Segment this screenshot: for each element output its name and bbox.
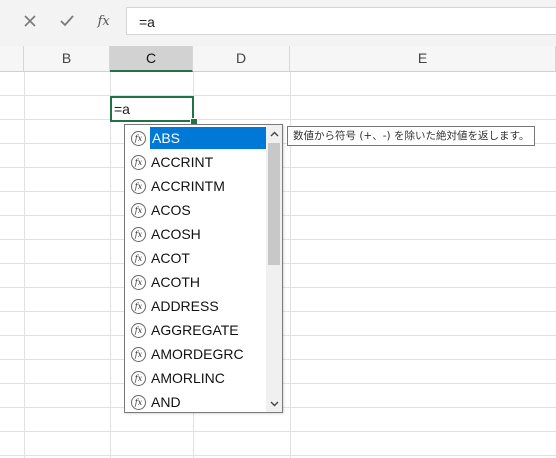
autocomplete-item-accrint[interactable]: fx ACCRINT bbox=[127, 150, 267, 174]
function-icon: fx bbox=[131, 274, 146, 290]
grid-line bbox=[0, 431, 556, 432]
grid-line bbox=[0, 95, 556, 96]
autocomplete-item-amordegrc[interactable]: fx AMORDEGRC bbox=[127, 342, 267, 366]
column-header-d[interactable]: D bbox=[193, 46, 290, 71]
column-header-e[interactable]: E bbox=[290, 46, 556, 71]
function-icon: fx bbox=[131, 250, 146, 266]
function-icon: fx bbox=[131, 346, 146, 362]
check-icon bbox=[60, 15, 74, 27]
function-description-tooltip: 数値から符号 (+、-) を除いた絶対値を返します。 bbox=[287, 126, 536, 146]
autocomplete-item-and[interactable]: fx AND bbox=[127, 390, 267, 412]
autocomplete-item-label: ACOSH bbox=[151, 226, 201, 242]
autocomplete-item-acosh[interactable]: fx ACOSH bbox=[127, 222, 267, 246]
formula-bar-buttons: fx bbox=[12, 6, 122, 36]
grid-line bbox=[0, 455, 556, 456]
active-cell-c[interactable]: =a bbox=[110, 96, 194, 122]
autocomplete-item-label: ACCRINTM bbox=[151, 178, 225, 194]
autocomplete-item-abs[interactable]: fx ABS bbox=[127, 126, 267, 150]
autocomplete-item-label: ADDRESS bbox=[151, 298, 219, 314]
autocomplete-item-label: AGGREGATE bbox=[151, 322, 239, 338]
autocomplete-item-label: ACOT bbox=[151, 250, 190, 266]
select-all-corner[interactable] bbox=[0, 46, 24, 71]
autocomplete-item-label: ACOTH bbox=[151, 274, 200, 290]
cancel-button[interactable] bbox=[18, 9, 42, 33]
function-autocomplete-list[interactable]: fx ABS fx ACCRINT fx ACCRINTM fx ACOS fx… bbox=[124, 124, 283, 413]
autocomplete-item-address[interactable]: fx ADDRESS bbox=[127, 294, 267, 318]
formula-input[interactable]: =a bbox=[126, 7, 556, 35]
fx-icon: fx bbox=[97, 13, 110, 29]
scroll-down-button[interactable] bbox=[266, 396, 282, 412]
autocomplete-item-acot[interactable]: fx ACOT bbox=[127, 246, 267, 270]
enter-button[interactable] bbox=[55, 9, 79, 33]
formula-bar: fx =a bbox=[0, 0, 556, 47]
autocomplete-scrollbar[interactable] bbox=[266, 125, 282, 412]
close-icon bbox=[24, 15, 36, 27]
grid-line bbox=[0, 119, 556, 120]
autocomplete-item-acos[interactable]: fx ACOS bbox=[127, 198, 267, 222]
function-icon: fx bbox=[131, 202, 146, 218]
grid-line bbox=[110, 72, 111, 458]
autocomplete-item-label: ACOS bbox=[151, 202, 191, 218]
function-icon: fx bbox=[131, 370, 146, 386]
function-icon: fx bbox=[131, 226, 146, 242]
autocomplete-item-accrintm[interactable]: fx ACCRINTM bbox=[127, 174, 267, 198]
autocomplete-item-label: ABS bbox=[150, 127, 267, 149]
autocomplete-item-label: AND bbox=[151, 394, 181, 410]
insert-function-button[interactable]: fx bbox=[92, 9, 116, 33]
chevron-down-icon bbox=[270, 401, 278, 407]
function-icon: fx bbox=[131, 130, 146, 146]
autocomplete-item-aggregate[interactable]: fx AGGREGATE bbox=[127, 318, 267, 342]
chevron-up-icon bbox=[270, 131, 278, 137]
function-icon: fx bbox=[131, 298, 146, 314]
function-icon: fx bbox=[131, 322, 146, 338]
column-header-b[interactable]: B bbox=[24, 46, 110, 71]
function-icon: fx bbox=[131, 394, 146, 410]
function-icon: fx bbox=[131, 154, 146, 170]
grid-line bbox=[24, 72, 25, 458]
autocomplete-item-amorlinc[interactable]: fx AMORLINC bbox=[127, 366, 267, 390]
scroll-thumb[interactable] bbox=[268, 143, 280, 265]
function-icon: fx bbox=[131, 178, 146, 194]
scroll-up-button[interactable] bbox=[266, 126, 282, 142]
column-header-c[interactable]: C bbox=[110, 46, 193, 72]
autocomplete-item-label: AMORDEGRC bbox=[151, 346, 244, 362]
autocomplete-item-label: AMORLINC bbox=[151, 370, 225, 386]
autocomplete-item-label: ACCRINT bbox=[151, 154, 214, 170]
autocomplete-item-acoth[interactable]: fx ACOTH bbox=[127, 270, 267, 294]
column-header-row: B C D E bbox=[0, 46, 556, 72]
